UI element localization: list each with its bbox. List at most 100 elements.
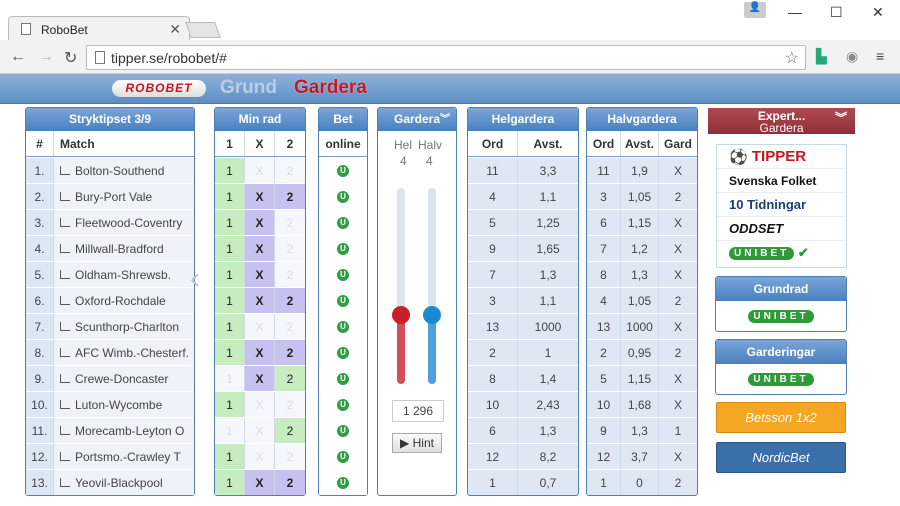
bet-cell[interactable]: U (319, 366, 367, 391)
pick-2[interactable]: 2 (275, 444, 305, 469)
bet-cell[interactable]: U (319, 444, 367, 469)
table-row[interactable]: 8. AFC Wimb.-Chesterf. (26, 339, 194, 365)
bar-chart-icon[interactable] (60, 296, 70, 305)
chart-extension-icon[interactable]: ▙ (816, 48, 827, 65)
chevron-down-icon[interactable]: ︾ (440, 108, 450, 131)
unibet-u-icon[interactable]: U (337, 398, 349, 411)
match-cell[interactable]: Luton-Wycombe (54, 392, 194, 417)
pick-1[interactable]: 1 (215, 262, 245, 287)
table-row[interactable]: 11. Morecamb-Leyton O (26, 417, 194, 443)
pick-x[interactable]: X (245, 288, 275, 313)
table-row[interactable]: 9. Crewe-Doncaster (26, 365, 194, 391)
url-input[interactable] (111, 48, 761, 68)
pick-1[interactable]: 1 (215, 444, 245, 469)
bet-cell[interactable]: U (319, 210, 367, 235)
bet-cell[interactable]: U (319, 392, 367, 417)
unibet-u-icon[interactable]: U (337, 216, 349, 229)
bar-chart-icon[interactable] (60, 270, 70, 279)
table-row[interactable]: 7. Scunthorp-Charlton (26, 313, 194, 339)
nav-gardera[interactable]: Gardera (294, 77, 367, 99)
hel-slider-track[interactable] (392, 188, 410, 384)
bet-cell[interactable]: U (319, 418, 367, 443)
close-tab-icon[interactable]: ✕ (169, 21, 181, 38)
user-icon[interactable]: 👤 (744, 2, 766, 18)
nordicbet-button[interactable]: NordicBet (716, 442, 846, 473)
source-svenska-folket[interactable]: Svenska Folket (717, 169, 846, 193)
bet-cell[interactable]: U (319, 470, 367, 495)
bar-chart-icon[interactable] (60, 452, 70, 461)
pick-1[interactable]: 1 (215, 392, 245, 417)
bet-cell[interactable]: U (319, 314, 367, 339)
match-cell[interactable]: AFC Wimb.-Chesterf. (54, 340, 194, 365)
browser-tab[interactable]: RoboBet ✕ (8, 16, 190, 42)
reload-icon[interactable]: ↻ (64, 48, 77, 68)
pick-2[interactable]: 2 (275, 262, 305, 287)
source-unibet[interactable]: UNIBET ✔ (717, 241, 846, 265)
pick-x[interactable]: X (245, 210, 275, 235)
source-oddset[interactable]: ODDSET (717, 217, 846, 241)
menu-icon[interactable]: ≡ (876, 48, 884, 64)
match-cell[interactable]: Millwall-Bradford (54, 236, 194, 261)
close-window-icon[interactable]: ✕ (872, 4, 884, 21)
forward-icon[interactable]: → (38, 48, 54, 66)
pick-1[interactable]: 1 (215, 470, 245, 495)
unibet-u-icon[interactable]: U (337, 242, 349, 255)
match-cell[interactable]: Bolton-Southend (54, 158, 194, 183)
pick-x[interactable]: X (245, 392, 275, 417)
bet-cell[interactable]: U (319, 288, 367, 313)
bar-chart-icon[interactable] (60, 348, 70, 357)
table-row[interactable]: 5. Oldham-Shrewsb. (26, 261, 194, 287)
minimize-icon[interactable]: — (788, 4, 802, 20)
pick-2[interactable]: 2 (275, 340, 305, 365)
pick-2[interactable]: 2 (275, 418, 305, 443)
unibet-u-icon[interactable]: U (337, 372, 349, 385)
pick-x[interactable]: X (245, 340, 275, 365)
nav-grund[interactable]: Grund (220, 77, 277, 99)
pick-1[interactable]: 1 (215, 366, 245, 391)
halv-slider-handle[interactable] (423, 306, 441, 324)
match-cell[interactable]: Oxford-Rochdale (54, 288, 194, 313)
bet-cell[interactable]: U (319, 184, 367, 209)
garderingar-source[interactable]: UNIBET (716, 364, 846, 394)
match-cell[interactable]: Portsmo.-Crawley T (54, 444, 194, 469)
address-bar[interactable]: ☆ (86, 45, 806, 70)
table-row[interactable]: 3. Fleetwood-Coventry (26, 209, 194, 235)
bar-chart-icon[interactable] (60, 322, 70, 331)
pick-2[interactable]: 2 (275, 470, 305, 495)
bar-chart-icon[interactable] (60, 374, 70, 383)
pick-2[interactable]: 2 (275, 236, 305, 261)
pick-2[interactable]: 2 (275, 314, 305, 339)
match-cell[interactable]: Oldham-Shrewsb. (54, 262, 194, 287)
match-cell[interactable]: Crewe-Doncaster (54, 366, 194, 391)
halv-slider-track[interactable] (423, 188, 441, 384)
bet-cell[interactable]: U (319, 236, 367, 261)
source-tipper[interactable]: ⚽ TIPPER (717, 145, 846, 169)
pick-1[interactable]: 1 (215, 184, 245, 209)
maximize-icon[interactable]: ☐ (830, 4, 843, 21)
unibet-u-icon[interactable]: U (337, 476, 349, 489)
pick-x[interactable]: X (245, 184, 275, 209)
pick-x[interactable]: X (245, 236, 275, 261)
pick-1[interactable]: 1 (215, 158, 245, 183)
robobet-logo[interactable]: ROBOBET (112, 80, 206, 97)
collapse-chevron-icon[interactable]: ‹ (190, 262, 200, 296)
source-10-tidningar[interactable]: 10 Tidningar (717, 193, 846, 217)
bar-chart-icon[interactable] (60, 244, 70, 253)
match-cell[interactable]: Yeovil-Blackpool (54, 470, 194, 495)
pick-2[interactable]: 2 (275, 288, 305, 313)
gardera-header[interactable]: Gardera ︾ (378, 108, 456, 131)
unibet-u-icon[interactable]: U (337, 450, 349, 463)
match-cell[interactable]: Morecamb-Leyton O (54, 418, 194, 443)
pick-2[interactable]: 2 (275, 210, 305, 235)
pick-1[interactable]: 1 (215, 314, 245, 339)
table-row[interactable]: 6. Oxford-Rochdale (26, 287, 194, 313)
match-cell[interactable]: Fleetwood-Coventry (54, 210, 194, 235)
pick-1[interactable]: 1 (215, 340, 245, 365)
pick-x[interactable]: X (245, 470, 275, 495)
match-cell[interactable]: Scunthorp-Charlton (54, 314, 194, 339)
pick-1[interactable]: 1 (215, 236, 245, 261)
pick-2[interactable]: 2 (275, 366, 305, 391)
unibet-u-icon[interactable]: U (337, 320, 349, 333)
unibet-u-icon[interactable]: U (337, 294, 349, 307)
table-row[interactable]: 1. Bolton-Southend (26, 157, 194, 183)
